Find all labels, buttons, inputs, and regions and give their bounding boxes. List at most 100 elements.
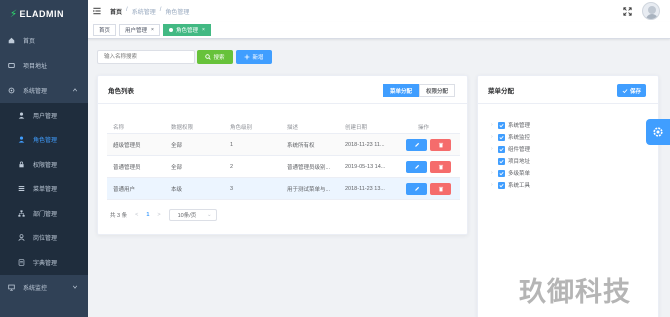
sidebar-item-label: 字典管理 <box>33 260 58 267</box>
page-number[interactable]: 1 <box>146 212 149 218</box>
tree-node-label: 系统工具 <box>508 183 531 189</box>
edit-icon <box>414 186 419 191</box>
checkbox[interactable] <box>498 181 505 189</box>
expand-icon[interactable]: › <box>491 146 498 152</box>
sidebar-item-monitor[interactable]: 系统监控 <box>0 275 88 300</box>
close-icon[interactable]: × <box>151 27 154 33</box>
sidebar-item-dicts[interactable]: 字典管理 <box>0 250 88 275</box>
column-header: 操作 <box>418 124 430 131</box>
sidebar-item-label: 菜单管理 <box>33 187 58 194</box>
table-cell: 2 <box>230 163 234 170</box>
permission-assign-button[interactable]: 权限分配 <box>418 84 455 97</box>
expand-icon[interactable]: › <box>491 182 498 188</box>
delete-button[interactable] <box>430 160 451 173</box>
sidebar-item-project[interactable]: 项目地址 <box>0 53 88 78</box>
tab-label: 首页 <box>99 28 111 34</box>
table-row[interactable]: 普通用户 本级 3 用于测试菜单与... 2018-11-23 13... <box>107 178 460 200</box>
sidebar-item-permissions[interactable]: 权限管理 <box>0 152 88 177</box>
delete-button[interactable] <box>430 138 451 151</box>
sidebar-item-depts[interactable]: 部门管理 <box>0 201 88 226</box>
edit-button[interactable] <box>406 160 427 173</box>
table-cell: 全部 <box>171 142 183 149</box>
edit-button[interactable] <box>406 182 427 195</box>
watermark: 玖御科技 <box>519 277 631 308</box>
sidebar-item-label: 部门管理 <box>33 211 58 218</box>
add-button[interactable]: 新增 <box>236 50 272 64</box>
role-list-card: 角色列表 菜单分配 权限分配 名称 数据权限 角色级别 描述 创建日期 操作 超… <box>97 75 468 235</box>
expand-icon[interactable]: › <box>491 170 498 176</box>
logo-text: ELADMIN <box>19 9 65 19</box>
sidebar-item-system[interactable]: 系统管理 <box>0 78 88 103</box>
fullscreen-icon[interactable] <box>623 6 632 16</box>
checkbox[interactable] <box>498 121 505 129</box>
tree-node-label: 多级菜单 <box>508 171 531 177</box>
trash-icon <box>438 186 443 191</box>
breadcrumb-home[interactable]: 首页 <box>110 7 122 16</box>
menu-icon <box>18 185 25 192</box>
sidebar-item-roles[interactable]: 角色管理 <box>0 128 88 153</box>
table-row[interactable]: 普通管理员 全部 2 普通管理员级别... 2019-05-13 14... <box>107 156 460 178</box>
tab-label: 用户管理 <box>125 28 148 34</box>
permission-icon <box>18 161 25 168</box>
link-icon <box>8 62 15 69</box>
breadcrumb: 首页 / 系统管理 / 角色管理 <box>110 7 189 16</box>
sidebar-item-jobs[interactable]: 岗位管理 <box>0 226 88 251</box>
column-header: 数据权限 <box>171 124 194 131</box>
search-button[interactable]: 搜索 <box>197 50 233 64</box>
check-icon <box>499 135 504 139</box>
save-button[interactable]: 保存 <box>617 84 646 97</box>
chevron-up-icon <box>72 88 78 92</box>
sidebar-item-label: 首页 <box>23 39 36 45</box>
avatar[interactable] <box>642 2 660 20</box>
tree-node-monitor[interactable]: › 系统监控 <box>491 131 530 143</box>
settings-button[interactable] <box>646 119 670 145</box>
page-size-select[interactable]: 10条/页 ⌄ <box>168 209 217 221</box>
table-cell: 2019-05-13 14... <box>345 163 386 170</box>
edit-button[interactable] <box>406 138 427 151</box>
tags-view: 首页 用户管理 × 角色管理 × <box>88 22 670 39</box>
table-row[interactable]: 超级管理员 全部 1 系统所有权 2018-11-23 11... <box>107 134 460 156</box>
sidebar-item-users[interactable]: 用户管理 <box>0 103 88 128</box>
tab-roles[interactable]: 角色管理 × <box>162 24 211 36</box>
sidebar-item-label: 项目地址 <box>23 64 48 70</box>
sidebar-item-home[interactable]: 首页 <box>0 28 88 53</box>
checkbox[interactable] <box>498 157 505 165</box>
tab-home[interactable]: 首页 <box>93 24 117 36</box>
breadcrumb-system: 系统管理 <box>131 9 156 16</box>
row-actions <box>400 182 460 195</box>
expand-icon[interactable]: › <box>491 134 498 140</box>
role-list-header: 角色列表 菜单分配 权限分配 <box>98 76 467 104</box>
tree-node-system[interactable]: › 系统管理 <box>491 119 530 131</box>
tree-node-tools[interactable]: › 系统工具 <box>491 179 530 191</box>
header-actions <box>623 2 660 20</box>
checkbox[interactable] <box>498 145 505 153</box>
user-icon <box>18 112 25 119</box>
checkbox[interactable] <box>498 133 505 141</box>
tree-node-project[interactable]: 项目地址 <box>491 155 530 167</box>
active-dot-icon <box>168 28 173 32</box>
tab-users[interactable]: 用户管理 × <box>119 24 160 36</box>
monitor-icon <box>8 284 15 291</box>
menu-assign-button[interactable]: 菜单分配 <box>382 84 419 97</box>
gear-icon <box>653 127 663 137</box>
logo[interactable]: ⚡ ELADMIN <box>0 0 88 28</box>
checkbox[interactable] <box>498 169 505 177</box>
delete-button[interactable] <box>430 182 451 195</box>
check-icon <box>499 147 504 151</box>
hamburger-icon[interactable] <box>93 7 101 15</box>
tree-node-components[interactable]: › 组件管理 <box>491 143 530 155</box>
sidebar-item-menus[interactable]: 菜单管理 <box>0 177 88 202</box>
check-icon <box>499 123 504 127</box>
expand-icon[interactable]: › <box>491 122 498 128</box>
search-input[interactable] <box>97 50 195 64</box>
next-page-button[interactable]: > <box>157 212 160 218</box>
assign-toggle: 菜单分配 权限分配 <box>382 84 455 97</box>
sidebar-item-label: 用户管理 <box>33 113 58 120</box>
prev-page-button[interactable]: < <box>135 212 138 218</box>
table-cell: 本级 <box>171 186 183 193</box>
breadcrumb-current: 角色管理 <box>165 9 190 16</box>
job-icon <box>18 234 25 242</box>
tree-node-multilevel[interactable]: › 多级菜单 <box>491 167 530 179</box>
close-icon[interactable]: × <box>202 27 205 33</box>
total-count: 共 3 条 <box>110 213 128 219</box>
